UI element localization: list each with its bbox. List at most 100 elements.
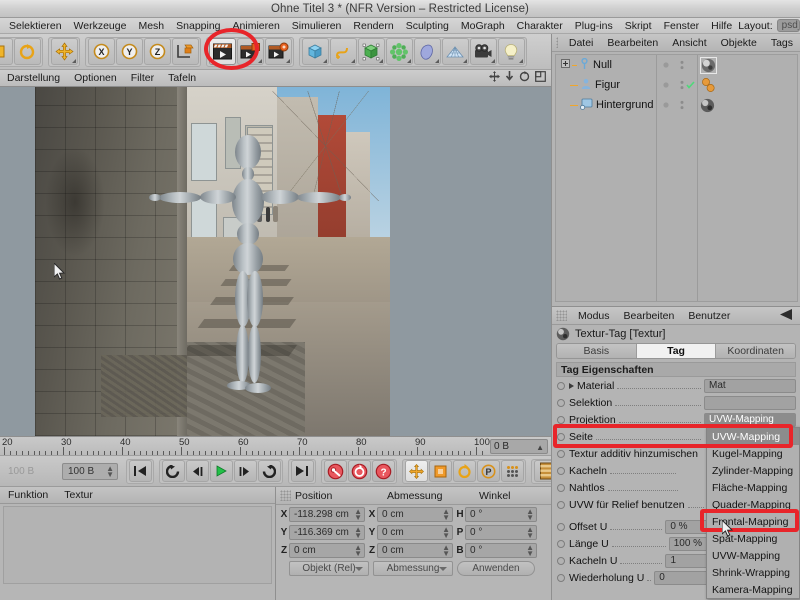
dolly-icon[interactable]	[505, 71, 514, 85]
coord-size-x-spinner[interactable]: ▲ ▼	[442, 507, 450, 521]
lock-y-axis-button[interactable]: Y	[115, 38, 143, 65]
object-name-hintergrund[interactable]: Hintergrund	[596, 99, 653, 111]
parameter-key-toggle[interactable]: P	[476, 460, 500, 482]
main-menu-bar[interactable]: Selektieren Werkzeuge Mesh Snapping Anim…	[0, 18, 800, 34]
menu-snapping[interactable]: Snapping	[170, 20, 226, 32]
coord-position-y-field[interactable]: -116.369 cm ▲ ▼	[289, 524, 365, 540]
object-tree[interactable]: Null Figur Hintergrund	[555, 54, 798, 302]
maximize-view-icon[interactable]	[535, 71, 546, 85]
menu-simulieren[interactable]: Simulieren	[286, 20, 348, 32]
object-menu-objekte[interactable]: Objekte	[714, 37, 764, 49]
object-name-figur[interactable]: Figur	[595, 79, 620, 91]
object-manager-grip-icon[interactable]	[556, 37, 558, 48]
object-row-hintergrund[interactable]: Hintergrund	[556, 95, 797, 115]
animate-radio-projektion[interactable]	[557, 415, 565, 424]
property-row-selektion[interactable]: Selektion	[552, 394, 800, 411]
attribute-menu-modus[interactable]: Modus	[571, 310, 617, 322]
step-forward-button[interactable]	[233, 460, 257, 482]
coord-rotation-p-spinner[interactable]: ▲ ▼	[526, 525, 534, 539]
dropdown-option-kamera-mapping[interactable]: Kamera-Mapping	[707, 581, 799, 598]
record-active-objects-button[interactable]	[323, 460, 347, 482]
coord-apply-button[interactable]: Anwenden	[457, 560, 535, 576]
coord-position-y-spinner[interactable]: ▲ ▼	[354, 525, 362, 539]
coord-position-x-field[interactable]: -118.298 cm ▲ ▼	[289, 506, 365, 522]
object-tags-figur[interactable]	[700, 77, 722, 94]
point-level-animation-toggle[interactable]	[500, 460, 524, 482]
dropdown-option-kugel-mapping[interactable]: Kugel-Mapping	[707, 445, 799, 462]
object-visibility-dots-hintergrund[interactable]	[662, 100, 696, 110]
render-region-button[interactable]	[236, 38, 264, 65]
material-menu-funktion[interactable]: Funktion	[0, 489, 56, 501]
coord-position-z-spinner[interactable]: ▲ ▼	[354, 543, 362, 557]
animate-radio-laenge-u[interactable]	[557, 539, 565, 548]
lock-x-axis-button[interactable]: X	[87, 38, 115, 65]
menu-hilfe[interactable]: Hilfe	[705, 20, 738, 32]
texture-tag-icon[interactable]	[700, 57, 717, 74]
property-dropdown-projektion[interactable]: UVW-Mapping	[704, 412, 796, 427]
coord-rotation-h-field[interactable]: 0 ° ▲ ▼	[465, 506, 537, 522]
menu-werkzeuge[interactable]: Werkzeuge	[68, 20, 133, 32]
animate-radio-material[interactable]	[557, 381, 565, 390]
add-generator-button[interactable]	[357, 38, 385, 65]
animate-radio-offset-u[interactable]	[557, 522, 565, 531]
coord-size-z-field[interactable]: 0 cm ▲ ▼	[377, 542, 453, 558]
menu-rendern[interactable]: Rendern	[347, 20, 399, 32]
lock-z-axis-button[interactable]: Z	[143, 38, 171, 65]
menu-plugins[interactable]: Plug-ins	[569, 20, 619, 32]
autokeying-button[interactable]	[347, 460, 371, 482]
coord-size-y-field[interactable]: 0 cm ▲ ▼	[377, 524, 453, 540]
object-visibility-dots-null[interactable]	[662, 60, 696, 70]
rotation-key-toggle[interactable]	[452, 460, 476, 482]
add-camera-button[interactable]	[469, 38, 497, 65]
coord-position-z-field[interactable]: 0 cm ▲ ▼	[289, 542, 365, 558]
animate-radio-kacheln-u[interactable]	[557, 556, 565, 565]
object-menu-bearbeiten[interactable]: Bearbeiten	[600, 37, 665, 49]
projection-dropdown-menu[interactable]: UVW-Mapping Kugel-Mapping Zylinder-Mappi…	[706, 427, 800, 599]
menu-animieren[interactable]: Animieren	[227, 20, 286, 32]
property-row-material[interactable]: Material Mat	[552, 377, 800, 394]
object-menu-tags[interactable]: Tags	[764, 37, 800, 49]
dropdown-option-zylinder-mapping[interactable]: Zylinder-Mapping	[707, 462, 799, 479]
animate-radio-uvw-relief[interactable]	[557, 500, 565, 509]
attribute-menu-bearbeiten[interactable]: Bearbeiten	[617, 310, 682, 322]
next-key-button[interactable]	[257, 460, 281, 482]
coord-rotation-p-field[interactable]: 0 ° ▲ ▼	[465, 524, 537, 540]
animate-radio-seite[interactable]	[557, 432, 565, 441]
add-deformer-button[interactable]	[385, 38, 413, 65]
step-back-button[interactable]	[185, 460, 209, 482]
3d-viewport[interactable]	[0, 87, 551, 436]
viewport-menu-optionen[interactable]: Optionen	[67, 72, 124, 84]
object-tags-null[interactable]	[700, 57, 717, 74]
go-to-end-button[interactable]	[290, 460, 314, 482]
dropdown-option-uvw-mapping[interactable]: UVW-Mapping	[707, 428, 799, 445]
keyframe-selection-button[interactable]: ?	[371, 460, 395, 482]
menu-charakter[interactable]: Charakter	[511, 20, 569, 32]
menu-mesh[interactable]: Mesh	[132, 20, 170, 32]
dropdown-option-uvw-mapping-2[interactable]: UVW-Mapping	[707, 547, 799, 564]
layout-selector[interactable]: psd_R14	[776, 19, 800, 32]
animate-radio-textur-additiv[interactable]	[557, 449, 565, 458]
object-menu-datei[interactable]: Datei	[562, 37, 601, 49]
tab-koordinaten[interactable]: Koordinaten	[716, 344, 795, 358]
material-menu-textur[interactable]: Textur	[56, 489, 101, 501]
dropdown-option-shrink-wrapping[interactable]: Shrink-Wrapping	[707, 564, 799, 581]
coord-rotation-h-spinner[interactable]: ▲ ▼	[526, 507, 534, 521]
expand-null-icon[interactable]	[561, 59, 570, 71]
add-light-button[interactable]	[497, 38, 525, 65]
menu-sculpting[interactable]: Sculpting	[400, 20, 455, 32]
dropdown-option-spat-mapping[interactable]: Spat-Mapping	[707, 530, 799, 547]
add-spline-button[interactable]	[329, 38, 357, 65]
object-row-figur[interactable]: Figur	[556, 75, 797, 95]
preview-range-end-field[interactable]: 100 B ▲ ▼	[62, 462, 118, 480]
property-row-projektion[interactable]: Projektion UVW-Mapping	[552, 411, 800, 428]
scale-key-toggle[interactable]	[428, 460, 452, 482]
play-button[interactable]	[209, 460, 233, 482]
coord-size-mode-button[interactable]: Abmessung	[373, 560, 453, 576]
animate-radio-nahtlos[interactable]	[557, 483, 565, 492]
dropdown-option-quader-mapping[interactable]: Quader-Mapping	[707, 496, 799, 513]
timeline-ruler[interactable]: 20 30 40 50 60 70 80 90 100 0 B ▲▼	[0, 436, 551, 456]
viewport-menu-darstellung[interactable]: Darstellung	[0, 72, 67, 84]
animate-radio-wiederholung-u[interactable]	[557, 573, 565, 582]
coord-rotation-b-spinner[interactable]: ▲ ▼	[526, 543, 534, 557]
texture-tag-icon[interactable]	[700, 98, 715, 113]
